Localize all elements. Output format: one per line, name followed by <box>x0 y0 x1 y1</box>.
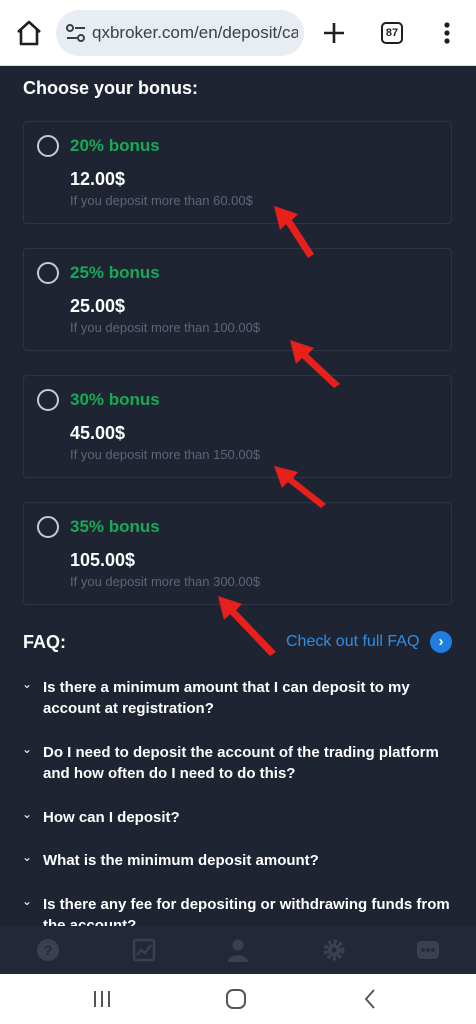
bonus-amount: 105.00$ <box>70 550 136 570</box>
radio-button[interactable] <box>37 262 59 284</box>
annotation-arrow <box>274 206 314 258</box>
home-icon[interactable] <box>14 18 44 48</box>
site-settings-icon[interactable] <box>65 23 87 43</box>
chevron-right-icon[interactable]: › <box>430 631 452 653</box>
svg-text:?: ? <box>44 942 53 958</box>
system-home-icon[interactable] <box>225 988 247 1010</box>
page-content: Choose your bonus: 20% bonus 12.00$ If y… <box>0 66 476 926</box>
recent-apps-icon[interactable] <box>91 988 113 1010</box>
bonus-amount: 12.00$ <box>70 169 126 189</box>
bonus-label: 35% bonus <box>70 517 160 536</box>
gear-icon[interactable] <box>320 936 348 964</box>
faq-title: FAQ: <box>23 632 66 652</box>
browser-toolbar: qxbroker.com/en/deposit/ca 87 <box>0 0 476 66</box>
radio-button[interactable] <box>37 389 59 411</box>
bonus-condition: If you deposit more than 100.00$ <box>70 320 261 335</box>
annotation-arrow <box>274 466 326 508</box>
bonus-label: 30% bonus <box>70 390 160 409</box>
bonus-section-title: Choose your bonus: <box>23 78 198 98</box>
faq-question[interactable]: How can I deposit? <box>43 807 452 828</box>
chevron-down-icon: ⌄ <box>22 807 33 821</box>
user-icon[interactable] <box>224 936 252 964</box>
tab-switcher-button[interactable]: 87 <box>381 22 403 44</box>
bonus-amount: 45.00$ <box>70 423 126 443</box>
chevron-down-icon: ⌄ <box>22 894 33 908</box>
bonus-label: 20% bonus <box>70 136 160 155</box>
faq-question[interactable]: Is there a minimum amount that I can dep… <box>43 677 452 719</box>
bonus-condition: If you deposit more than 300.00$ <box>70 574 261 589</box>
annotation-arrow <box>290 340 340 388</box>
chevron-down-icon: ⌄ <box>22 850 33 864</box>
faq-question[interactable]: Is there any fee for depositing or withd… <box>43 894 452 926</box>
bonus-option-35[interactable]: 35% bonus 105.00$ If you deposit more th… <box>23 502 452 605</box>
chart-icon[interactable] <box>130 936 158 964</box>
faq-question[interactable]: Do I need to deposit the account of the … <box>43 742 452 784</box>
bonus-label: 25% bonus <box>70 263 160 282</box>
faq-question[interactable]: What is the minimum deposit amount? <box>43 850 452 871</box>
chat-icon[interactable] <box>414 936 442 964</box>
chevron-down-icon: ⌄ <box>22 742 33 756</box>
system-navigation-bar <box>0 974 476 1024</box>
bonus-amount: 25.00$ <box>70 296 126 316</box>
bonus-option-20[interactable]: 20% bonus 12.00$ If you deposit more tha… <box>23 121 452 224</box>
help-icon[interactable]: ? <box>34 936 62 964</box>
radio-button[interactable] <box>37 135 59 157</box>
annotation-arrow <box>218 596 276 656</box>
full-faq-link[interactable]: Check out full FAQ <box>286 633 419 651</box>
bottom-navigation: ? <box>0 926 476 974</box>
more-menu-icon[interactable] <box>441 22 453 44</box>
url-text[interactable]: qxbroker.com/en/deposit/ca <box>92 23 298 43</box>
bonus-condition: If you deposit more than 150.00$ <box>70 447 261 462</box>
radio-button[interactable] <box>37 516 59 538</box>
new-tab-icon[interactable] <box>322 21 346 45</box>
back-icon[interactable] <box>360 988 382 1010</box>
bonus-condition: If you deposit more than 60.00$ <box>70 193 253 208</box>
chevron-down-icon: ⌄ <box>22 677 33 691</box>
address-bar[interactable]: qxbroker.com/en/deposit/ca <box>56 10 304 56</box>
